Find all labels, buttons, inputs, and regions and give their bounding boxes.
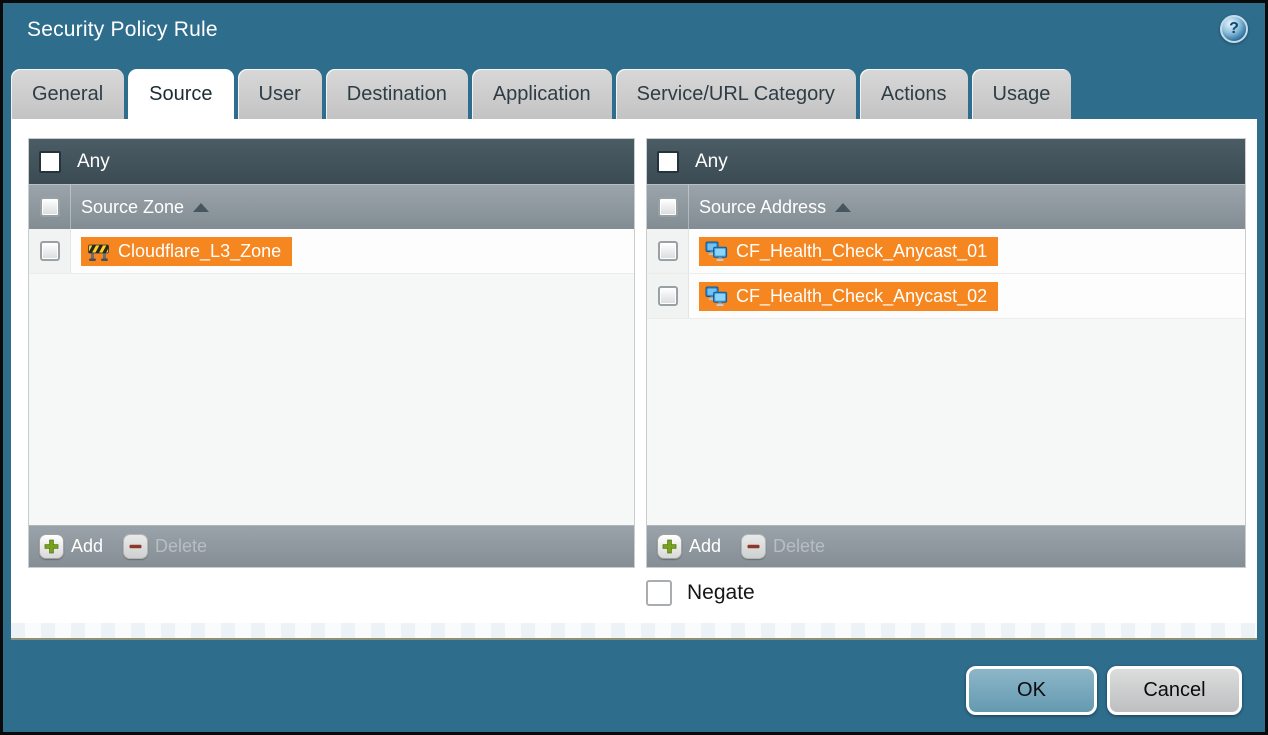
zone-entry-chip[interactable]: Cloudflare_L3_Zone: [81, 237, 292, 266]
tab-destination[interactable]: Destination: [326, 69, 468, 119]
add-button-label: Add: [689, 536, 721, 557]
tab-source[interactable]: Source: [128, 69, 233, 119]
add-button-label: Add: [71, 536, 103, 557]
source-address-select-all-checkbox[interactable]: [658, 197, 678, 217]
add-plus-icon: [657, 534, 682, 559]
delete-button-label: Delete: [155, 536, 207, 557]
source-zone-panel: Any Source Zone: [28, 138, 635, 568]
source-address-any-checkbox[interactable]: [657, 151, 679, 173]
add-button[interactable]: Add: [39, 534, 103, 559]
tab-application[interactable]: Application: [472, 69, 612, 119]
security-policy-rule-dialog: Security Policy Rule ? General Source Us…: [0, 0, 1268, 735]
tab-actions[interactable]: Actions: [860, 69, 968, 119]
source-address-panel: Any Source Address: [646, 138, 1246, 568]
source-address-any-bar: Any: [647, 139, 1245, 184]
tab-usage[interactable]: Usage: [972, 69, 1072, 119]
zone-barrier-icon: [87, 241, 110, 262]
sort-ascending-icon: [835, 203, 851, 212]
address-entry-chip[interactable]: CF_Health_Check_Anycast_02: [699, 282, 998, 311]
tab-strip: General Source User Destination Applicat…: [11, 69, 1257, 119]
source-address-column-header[interactable]: Source Address: [647, 184, 1245, 229]
address-entry-label: CF_Health_Check_Anycast_02: [736, 286, 987, 307]
source-address-rows: CF_Health_Check_Anycast_01: [647, 229, 1245, 525]
address-entry-chip[interactable]: CF_Health_Check_Anycast_01: [699, 237, 998, 266]
delete-minus-icon: [123, 534, 148, 559]
tab-content-source: Any Source Zone: [11, 119, 1257, 640]
address-entry-label: CF_Health_Check_Anycast_01: [736, 241, 987, 262]
tab-service-url-category[interactable]: Service/URL Category: [616, 69, 856, 119]
sort-ascending-icon: [193, 203, 209, 212]
cancel-button[interactable]: Cancel: [1107, 666, 1242, 715]
address-computers-icon: [705, 241, 728, 262]
add-button[interactable]: Add: [657, 534, 721, 559]
zone-entry-label: Cloudflare_L3_Zone: [118, 241, 281, 262]
address-computers-icon: [705, 286, 728, 307]
delete-button[interactable]: Delete: [741, 534, 825, 559]
delete-minus-icon: [741, 534, 766, 559]
source-zone-column-title: Source Zone: [81, 197, 184, 218]
help-glyph: ?: [1229, 20, 1239, 38]
source-zone-any-checkbox[interactable]: [39, 151, 61, 173]
table-row: CF_Health_Check_Anycast_02: [647, 274, 1245, 319]
source-zone-any-label: Any: [77, 151, 110, 173]
delete-button[interactable]: Delete: [123, 534, 207, 559]
negate-label: Negate: [687, 581, 755, 605]
add-plus-icon: [39, 534, 64, 559]
source-zone-select-all-checkbox[interactable]: [40, 197, 60, 217]
tab-user[interactable]: User: [238, 69, 322, 119]
source-zone-any-bar: Any: [29, 139, 634, 184]
source-zone-column-header[interactable]: Source Zone: [29, 184, 634, 229]
ok-button[interactable]: OK: [966, 666, 1097, 715]
tab-general[interactable]: General: [11, 69, 124, 119]
dialog-title: Security Policy Rule: [27, 18, 218, 42]
negate-row: Negate: [646, 580, 755, 606]
row-checkbox[interactable]: [658, 241, 678, 261]
negate-checkbox[interactable]: [646, 580, 672, 606]
source-address-column-title: Source Address: [699, 197, 826, 218]
source-address-any-label: Any: [695, 151, 728, 173]
source-zone-toolbar: Add Delete: [29, 525, 634, 567]
row-checkbox[interactable]: [658, 286, 678, 306]
source-zone-rows: Cloudflare_L3_Zone: [29, 229, 634, 525]
table-row: Cloudflare_L3_Zone: [29, 229, 634, 274]
delete-button-label: Delete: [773, 536, 825, 557]
row-checkbox[interactable]: [40, 241, 60, 261]
help-icon[interactable]: ?: [1220, 15, 1248, 43]
source-address-toolbar: Add Delete: [647, 525, 1245, 567]
table-row: CF_Health_Check_Anycast_01: [647, 229, 1245, 274]
